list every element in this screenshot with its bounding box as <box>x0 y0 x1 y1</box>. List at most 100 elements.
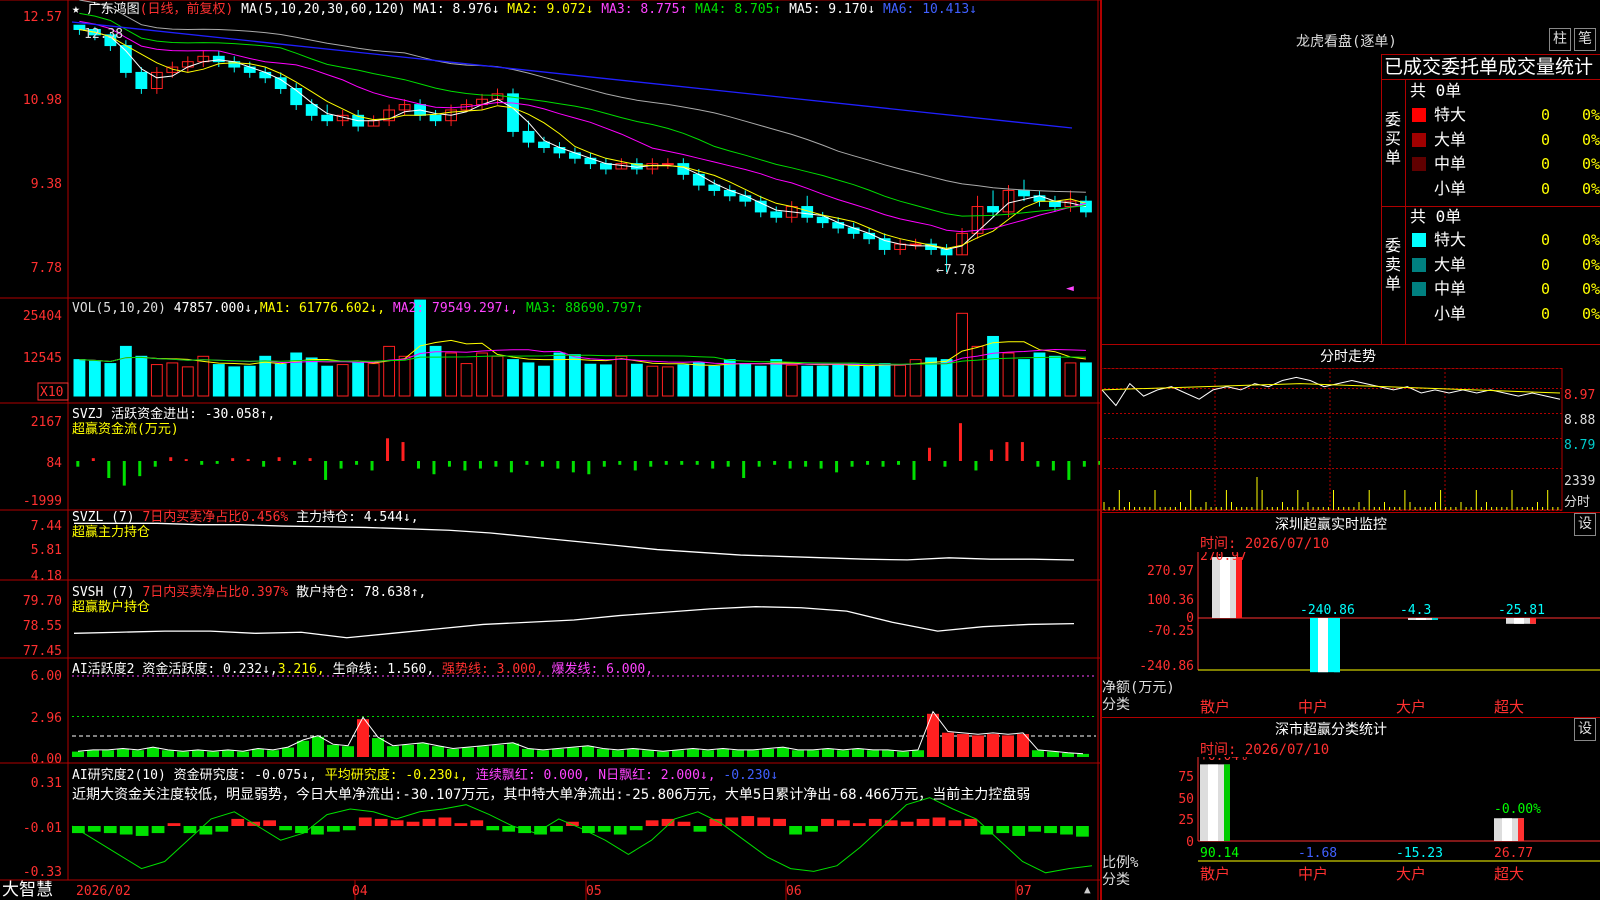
ai-active-bar <box>672 750 684 757</box>
candle-body <box>1018 189 1030 197</box>
fund-bar <box>1506 618 1536 624</box>
candle-body <box>507 93 519 132</box>
order-count: 0 <box>1540 231 1550 249</box>
volume-bar <box>73 359 86 397</box>
svzl-tick: 7.44 <box>31 519 62 534</box>
ai-active-bar <box>342 746 354 757</box>
svzl-stat: 7日内买卖净占比0.456% <box>142 509 288 525</box>
svzj-bar <box>138 461 142 477</box>
svzj-bar <box>835 461 839 473</box>
period-label: (日线，前复权) <box>140 1 234 17</box>
svzj-bar <box>757 461 761 467</box>
svzj-bar <box>571 461 575 473</box>
class-value-label: -15.23 <box>1396 846 1443 861</box>
svzj-bar <box>1051 461 1055 471</box>
main-chart-area[interactable]: ◄ ★ 广东鸿图(日线，前复权) MA(5,10,20,30,60,120) M… <box>0 0 1100 900</box>
svzj-bar <box>184 459 188 461</box>
ai-research-bar <box>167 823 181 826</box>
svzj-bar <box>897 461 901 465</box>
ai-research-bar <box>103 826 117 834</box>
svzl-tick: 5.81 <box>31 543 62 558</box>
volume-bar <box>692 362 705 397</box>
ai-active-bar <box>717 748 729 757</box>
volume-bar <box>785 364 798 397</box>
ai-research-bar <box>837 820 850 826</box>
column-view-button[interactable]: 柱 <box>1549 28 1571 51</box>
svzj-bar <box>927 447 931 461</box>
svzj-bar <box>447 461 451 467</box>
svsh-tick: 78.55 <box>23 619 62 634</box>
ai-research-bar <box>629 826 643 831</box>
order-percent: 0% <box>1581 231 1600 249</box>
fund-tick: -70.25 <box>1147 624 1194 639</box>
air-tick: -0.01 <box>23 821 62 836</box>
favorite-star-icon[interactable]: ★ <box>72 2 80 17</box>
fund-value-label: 270.97 <box>1200 552 1247 564</box>
sz-monitor-axis-label: 分类 <box>1102 697 1130 713</box>
vol-ma2: MA2: 79549.297↓, <box>393 301 518 316</box>
fund-bar <box>1212 557 1242 618</box>
ai-active-bar <box>642 750 654 757</box>
order-size-label: 中单 <box>1434 154 1467 173</box>
pen-view-button[interactable]: 笔 <box>1574 28 1596 51</box>
buy-side-label: 委买单 <box>1385 110 1402 167</box>
ai-research-bar <box>725 817 739 826</box>
fund-tick: 270.97 <box>1147 564 1194 579</box>
svzj-bar <box>355 461 359 465</box>
volume-bar <box>538 365 550 397</box>
svzj-bar <box>773 461 777 465</box>
volume-bar <box>847 363 860 397</box>
svzj-bar <box>649 461 653 467</box>
candle-body <box>584 157 597 165</box>
ma20-line <box>79 20 1087 233</box>
svzl-title: SVZL (7) <box>72 510 135 525</box>
ai-research-bar <box>852 823 866 826</box>
air-tick: 0.31 <box>31 776 62 791</box>
svzj-bar <box>989 449 993 461</box>
sz-classify-settings-button[interactable]: 设 <box>1574 718 1596 741</box>
air-avg: 平均研究度: -0.230↓, <box>325 767 468 783</box>
air-red: 连续飘红: 0.000, <box>476 767 591 783</box>
aia-active: 资金活跃度: 0.232↓, <box>142 661 277 677</box>
intraday-chart[interactable] <box>1100 368 1600 512</box>
volume-bar <box>212 364 225 397</box>
ai-active-bar <box>687 748 699 757</box>
svzj-bar <box>463 461 467 471</box>
svsh-subtitle: 超赢散户持仓 <box>72 599 150 615</box>
svzj-bar <box>494 461 498 467</box>
aia-strong: 强势线: 3.000, <box>442 661 544 677</box>
volume-bar <box>491 355 504 397</box>
order-percent: 0% <box>1581 280 1600 298</box>
ai-active-bar <box>1062 752 1074 757</box>
date-label: 07 <box>1016 884 1032 899</box>
volume-bar <box>940 359 953 397</box>
ai-research-bar <box>645 820 659 826</box>
svzl-subtitle: 超赢主力持仓 <box>72 524 150 540</box>
ai-research-bar <box>1076 826 1089 837</box>
svzj-bar <box>1020 442 1024 461</box>
fund-category-label: 大户 <box>1396 698 1426 716</box>
ai-research-bar <box>374 818 388 826</box>
volume-bar <box>119 345 132 397</box>
order-size-swatch <box>1412 157 1426 171</box>
ai-research-bar <box>438 817 452 826</box>
fund-tick: -240.86 <box>1139 659 1194 674</box>
sell-total: 共 0单 <box>1410 207 1462 226</box>
volume-bar <box>88 360 101 397</box>
lock-icon[interactable]: ▲ <box>1084 883 1091 896</box>
ai-active-bar <box>282 747 294 757</box>
ai-active-bar <box>72 751 84 757</box>
ai-active-bar <box>267 750 279 757</box>
ma2-label: MA2: <box>507 2 538 17</box>
fund-category-label: 超大 <box>1494 698 1524 716</box>
svzj-bar <box>432 461 436 475</box>
volume-bar <box>971 345 984 397</box>
svzj-bar <box>958 423 962 461</box>
ai-research-bar <box>342 826 356 831</box>
volume-bar <box>739 363 752 397</box>
volume-bar <box>615 355 628 397</box>
sz-monitor-settings-button[interactable]: 设 <box>1574 513 1596 536</box>
ai-active-bar <box>837 750 849 757</box>
ai-active-bar <box>882 750 894 757</box>
svzj-bar <box>122 461 126 486</box>
